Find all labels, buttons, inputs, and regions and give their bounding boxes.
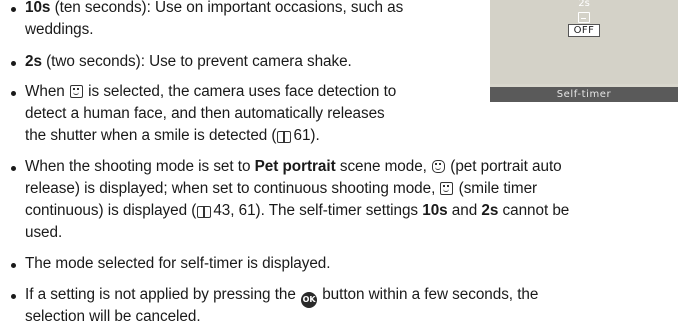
manual-page: 10s (ten seconds): Use on important occa… [0,0,678,332]
item-line: selection will be canceled. [25,308,201,325]
item-text: ). The self-timer settings [255,202,423,219]
item-text: the shutter when a smile is detected ( [25,127,277,144]
item-line: When the shooting mode is set to Pet por… [25,157,562,178]
setting-name: 10s [422,202,448,219]
item-text: and [447,202,482,219]
item-line: The mode selected for self-timer is disp… [25,255,331,272]
item-line: the shutter when a smile is detected ( 61… [25,126,320,147]
bullet-dot [11,7,16,12]
item-text: is selected, the camera uses face detect… [83,83,397,100]
item-line: weddings. [25,21,94,38]
item-line: used. [25,224,63,241]
item-text: (smile timer [454,180,538,197]
smile-timer-icon [69,85,83,98]
item-text: (pet portrait auto [446,158,562,175]
item-line: continuous) is displayed ( 43, 61). The s… [25,201,569,222]
bullet-dot [11,91,16,96]
item-text: When the shooting mode is set to [25,158,255,175]
setting-name: 10s [25,0,51,16]
bullet-dot [11,263,16,268]
screen-caption: Self-timer [490,87,678,102]
item-text: ). [310,127,320,144]
item-line: 10s (ten seconds): Use on important occa… [25,0,403,19]
setting-name: 2s [25,53,42,70]
item-line: If a setting is not applied by pressing … [25,285,538,308]
item-text: continuous) is displayed ( [25,202,197,219]
bullet-dot [11,61,16,66]
bullet-dot [11,294,16,299]
item-text: (ten seconds): Use on important occasion… [50,0,404,16]
item-text: release) is displayed; when set to conti… [25,180,440,197]
item-text: button within a few seconds, the [318,286,539,303]
bullet-dot [11,166,16,171]
book-reference-icon [277,131,292,143]
mode-name: Pet portrait [254,158,336,175]
setting-name: 2s [481,202,499,219]
camera-screen-illustration: 2s OFF Self-timer [490,0,678,102]
item-text: cannot be [498,202,570,219]
item-text: scene mode, [335,158,432,175]
item-text: When [25,83,69,100]
page-reference: 61 [293,127,311,144]
option-off-selected: OFF [568,24,600,37]
item-line: When is selected, the camera uses face d… [25,82,396,103]
item-text: (two seconds): Use to prevent camera sha… [41,53,352,70]
item-line: release) is displayed; when set to conti… [25,179,537,200]
option-2s: 2s [578,0,590,9]
ok-button-icon: OK [301,292,318,308]
item-line: 2s (two seconds): Use to prevent camera … [25,52,352,73]
item-text: If a setting is not applied by pressing … [25,286,301,303]
smile-timer-continuous-icon [440,182,454,195]
item-line: detect a human face, and then automatica… [25,105,385,122]
smile-timer-icon [578,12,590,23]
pet-portrait-auto-release-icon [432,160,446,173]
book-reference-icon [197,206,212,218]
page-reference: 43, 61 [213,202,256,219]
